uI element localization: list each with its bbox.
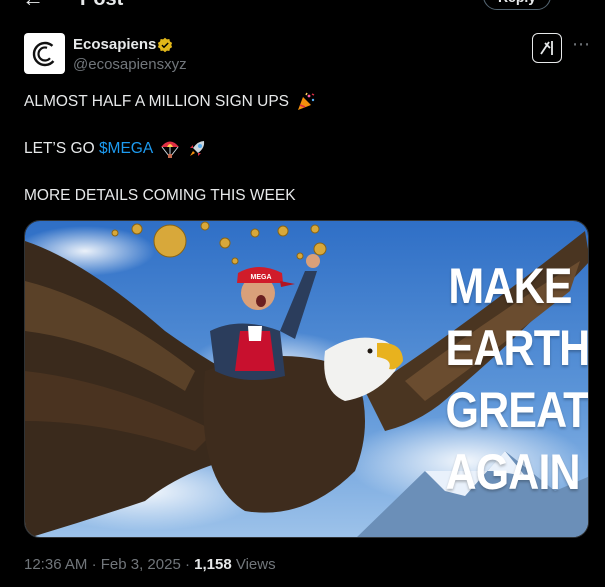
- top-bar: ← Post Reply ⋯: [0, 0, 605, 14]
- cap-text: MEGA: [251, 274, 272, 281]
- verified-badge-icon: [157, 37, 173, 53]
- post-text-line-1: ALMOST HALF A MILLION SIGN UPS: [24, 92, 316, 112]
- grok-icon: [540, 41, 553, 55]
- post-date[interactable]: Feb 3, 2025: [101, 556, 181, 573]
- ecosapiens-logo-icon: [32, 41, 57, 66]
- slogan-line-3: GREAT: [445, 382, 589, 438]
- slogan-line-4: AGAIN: [445, 444, 581, 500]
- post-text-line-3: MORE DETAILS COMING THIS WEEK: [24, 187, 296, 204]
- cashtag-link[interactable]: $MEGA: [99, 140, 152, 157]
- author-handle[interactable]: @ecosapiensxyz: [73, 56, 187, 73]
- reply-button[interactable]: Reply: [483, 0, 551, 10]
- post-image[interactable]: MEGA MAKE EARTH GREAT AGAIN: [24, 220, 589, 538]
- views-label: Views: [235, 556, 276, 573]
- views-count: 1,158: [194, 556, 232, 573]
- post-meta: 12:36 AM · Feb 3, 2025 · 1,158 Views: [24, 556, 276, 573]
- post-text-line-2: LET’S GO $MEGA: [24, 139, 207, 159]
- party-popper-icon: [298, 92, 315, 110]
- avatar[interactable]: [24, 33, 65, 74]
- page-title: Post: [80, 0, 123, 11]
- parachute-icon: [160, 141, 179, 158]
- author-name[interactable]: Ecosapiens: [73, 36, 156, 53]
- back-arrow-icon[interactable]: ←: [22, 0, 44, 12]
- top-more-icon[interactable]: ⋯: [566, 0, 582, 8]
- grok-button[interactable]: [532, 33, 562, 63]
- rocket-icon: [189, 141, 205, 156]
- post-time[interactable]: 12:36 AM: [24, 556, 87, 573]
- slogan-line-1: MAKE: [448, 258, 572, 314]
- more-icon[interactable]: ⋯: [572, 34, 591, 55]
- slogan-line-2: EARTH: [445, 320, 589, 376]
